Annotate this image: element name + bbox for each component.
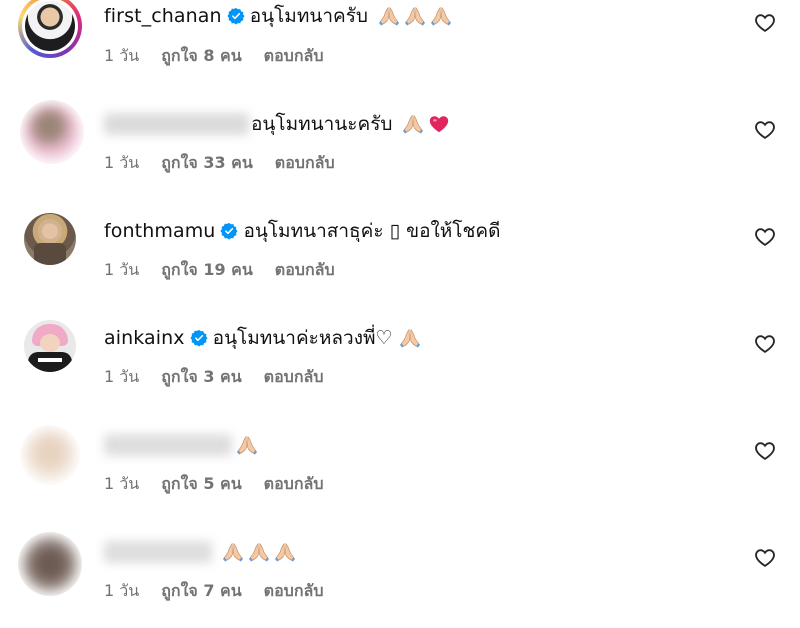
blurred-profile-photo — [24, 429, 76, 481]
comment-item: first_chanan อนุโมทนาครับ 1 วัน ถูกใจ 8 … — [0, 0, 800, 100]
comment-meta: 1 วัน ถูกใจ 3 คน ตอบกลับ — [104, 366, 345, 388]
heart-outline-icon[interactable] — [754, 12, 776, 34]
verified-badge-icon — [220, 222, 238, 240]
avatar[interactable] — [18, 0, 82, 58]
username[interactable]: first_chanan — [104, 5, 222, 27]
username-redacted[interactable] — [104, 434, 232, 456]
comment-item: อนุโมทนานะครับ 1 วัน ถูกใจ 33 คน ตอบกลับ — [0, 100, 800, 200]
heart-outline-icon[interactable] — [754, 333, 776, 355]
avatar[interactable] — [24, 320, 76, 372]
like-count[interactable]: ถูกใจ 8 คน — [161, 44, 241, 69]
heart-outline-icon[interactable] — [754, 440, 776, 462]
comment-header: ainkainx อนุโมทนาค่ะหลวงพี่♡ — [104, 324, 421, 352]
comment-header: fonthmamu อนุโมทนาสาธุค่ะ ▯ ขอให้โชคดี — [104, 217, 500, 245]
folded-hands-emoji — [274, 541, 296, 563]
shirt-print — [38, 358, 62, 362]
reply-button[interactable]: ตอบกลับ — [264, 365, 324, 390]
comment-time: 1 วัน — [104, 580, 140, 600]
comment-time: 1 วัน — [104, 259, 140, 279]
comment-item: ainkainx อนุโมทนาค่ะหลวงพี่♡ 1 วัน ถูกใจ… — [0, 314, 800, 414]
profile-photo — [34, 243, 66, 265]
heart-outline-icon[interactable] — [754, 547, 776, 569]
red-heart-emoji — [428, 113, 450, 135]
comment-text: อนุโมทนาสาธุค่ะ ▯ ขอให้โชคดี — [243, 220, 501, 242]
reply-button[interactable]: ตอบกลับ — [264, 472, 324, 497]
folded-hands-emoji — [404, 5, 426, 27]
avatar[interactable] — [18, 532, 82, 596]
username[interactable]: fonthmamu — [104, 220, 215, 242]
profile-photo-shirt — [28, 352, 72, 372]
comment-time: 1 วัน — [104, 45, 140, 65]
verified-badge-icon — [227, 7, 245, 25]
folded-hands-emoji — [248, 541, 270, 563]
folded-hands-emoji — [399, 327, 421, 349]
comment-time: 1 วัน — [104, 473, 140, 493]
reply-button[interactable]: ตอบกลับ — [264, 44, 324, 69]
heart-outline-icon[interactable] — [754, 226, 776, 248]
profile-photo-face — [40, 334, 60, 352]
comment-time: 1 วัน — [104, 152, 140, 172]
like-count[interactable]: ถูกใจ 33 คน — [161, 151, 253, 176]
comment-text: อนุโมทนาครับ — [249, 5, 368, 27]
comment-meta: 1 วัน ถูกใจ 8 คน ตอบกลับ — [104, 45, 345, 67]
avatar[interactable] — [20, 100, 84, 164]
username[interactable]: ainkainx — [104, 327, 185, 349]
comment-time: 1 วัน — [104, 366, 140, 386]
like-count[interactable]: ถูกใจ 19 คน — [161, 258, 253, 283]
folded-hands-emoji — [222, 541, 244, 563]
comment-item: 1 วัน ถูกใจ 7 คน ตอบกลับ — [0, 528, 800, 628]
comment-text: อนุโมทนาค่ะหลวงพี่♡ — [212, 327, 393, 349]
blurred-profile-photo — [22, 536, 78, 592]
comment-meta: 1 วัน ถูกใจ 19 คน ตอบกลับ — [104, 259, 357, 281]
avatar[interactable] — [24, 213, 76, 265]
like-count[interactable]: ถูกใจ 7 คน — [161, 579, 241, 604]
reply-button[interactable]: ตอบกลับ — [264, 579, 324, 604]
heart-outline-icon[interactable] — [754, 119, 776, 141]
reply-button[interactable]: ตอบกลับ — [275, 258, 335, 283]
folded-hands-emoji — [378, 5, 400, 27]
comment-meta: 1 วัน ถูกใจ 5 คน ตอบกลับ — [104, 473, 345, 495]
blurred-profile-photo — [24, 104, 80, 160]
profile-photo — [25, 1, 75, 51]
username-redacted[interactable] — [104, 113, 249, 135]
comment-header: first_chanan อนุโมทนาครับ — [104, 2, 452, 30]
comment-header — [104, 538, 296, 566]
folded-hands-emoji — [236, 434, 258, 456]
comment-meta: 1 วัน ถูกใจ 7 คน ตอบกลับ — [104, 580, 345, 602]
folded-hands-emoji — [430, 5, 452, 27]
like-count[interactable]: ถูกใจ 3 คน — [161, 365, 241, 390]
comment-item: 1 วัน ถูกใจ 5 คน ตอบกลับ — [0, 421, 800, 521]
comment-meta: 1 วัน ถูกใจ 33 คน ตอบกลับ — [104, 152, 357, 174]
comment-header — [104, 431, 258, 459]
comment-text: อนุโมทนานะครับ — [251, 113, 393, 135]
comment-header: อนุโมทนานะครับ — [104, 110, 450, 138]
avatar[interactable] — [20, 425, 80, 485]
folded-hands-emoji — [402, 113, 424, 135]
username-redacted[interactable] — [104, 541, 212, 563]
like-count[interactable]: ถูกใจ 5 คน — [161, 472, 241, 497]
verified-badge-icon — [190, 329, 208, 347]
reply-button[interactable]: ตอบกลับ — [275, 151, 335, 176]
comment-item: fonthmamu อนุโมทนาสาธุค่ะ ▯ ขอให้โชคดี 1… — [0, 207, 800, 307]
